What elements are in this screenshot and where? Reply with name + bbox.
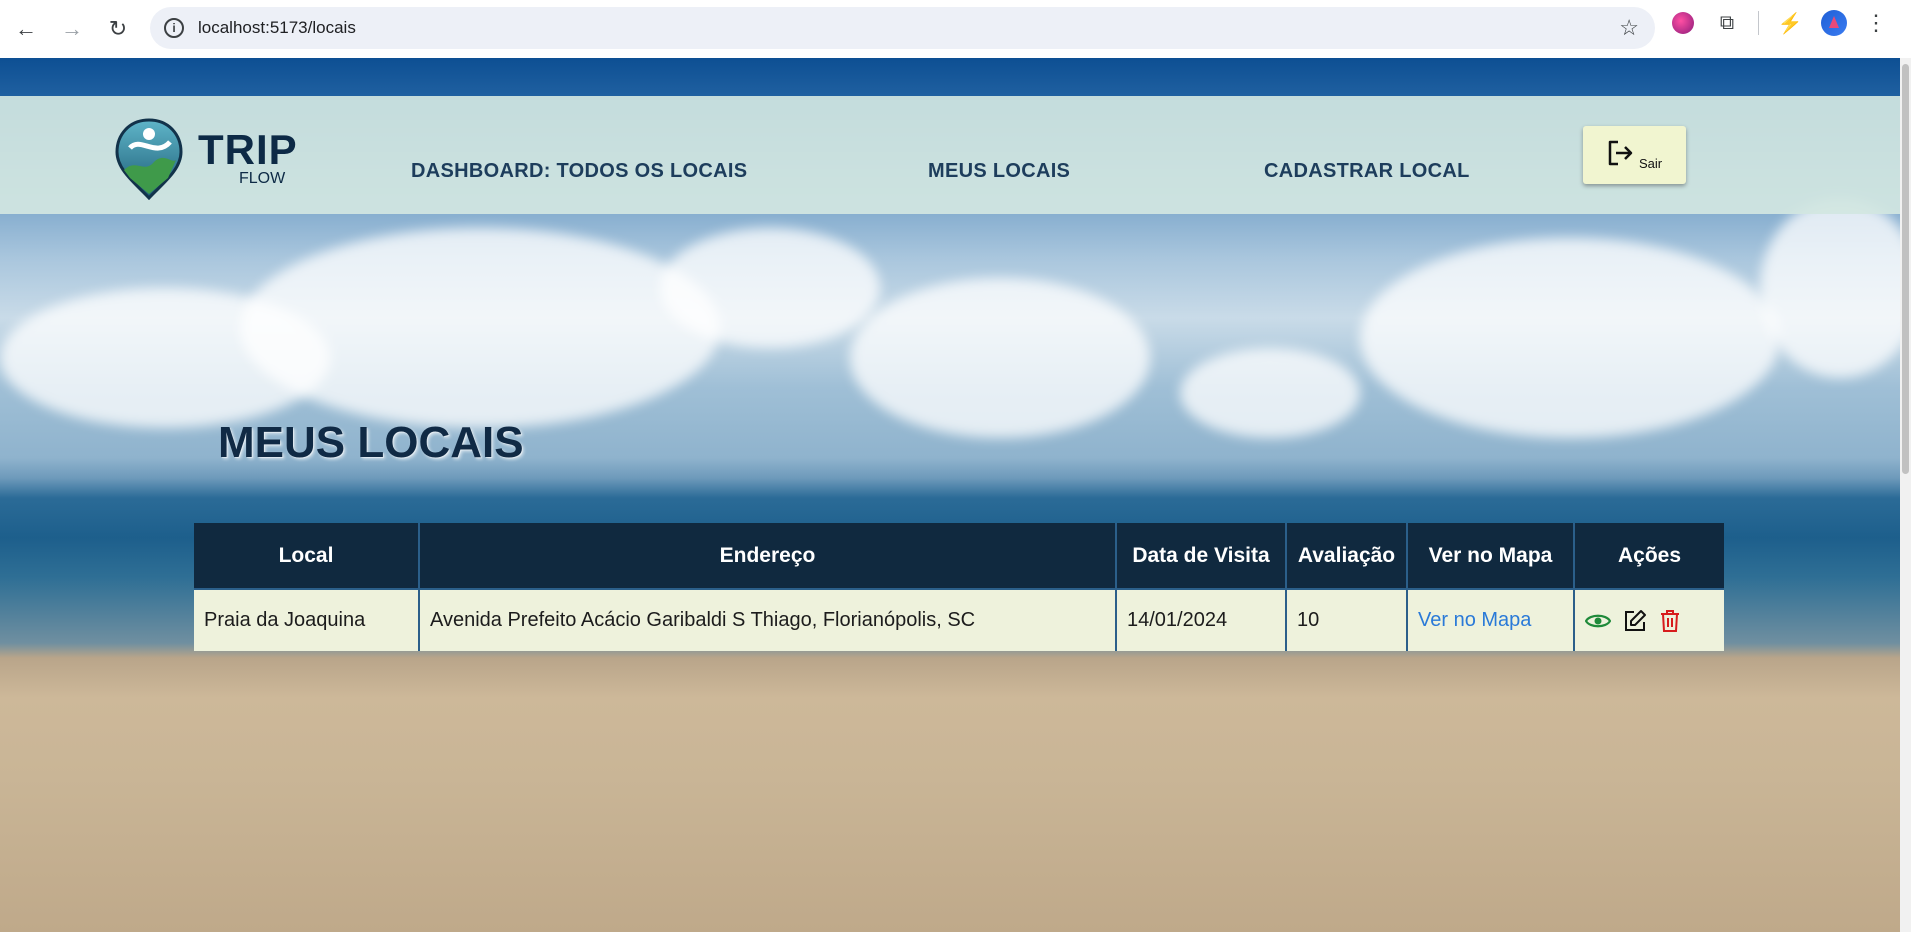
forward-icon[interactable]: → (52, 9, 92, 49)
page-background: TRIP FLOW DASHBOARD: TODOS OS LOCAIS MEU… (0, 58, 1900, 932)
cloud-decoration (1760, 198, 1900, 378)
performance-icon[interactable]: ⚡ (1777, 10, 1803, 36)
logo-subtitle: FLOW (239, 170, 286, 187)
logout-label: Sair (1639, 156, 1663, 171)
cell-endereco: Avenida Prefeito Acácio Garibaldi S Thia… (419, 588, 1117, 651)
back-icon[interactable]: ← (6, 9, 46, 49)
nav-cadastrar-local[interactable]: CADASTRAR LOCAL (1264, 160, 1470, 183)
profile-avatar[interactable] (1821, 10, 1847, 36)
page-title: MEUS LOCAIS (218, 418, 524, 467)
cloud-decoration (240, 228, 720, 428)
cell-local: Praia da Joaquina (194, 588, 420, 651)
scrollbar-thumb[interactable] (1902, 64, 1909, 474)
delete-trash-icon[interactable] (1659, 609, 1681, 633)
logout-button[interactable]: Sair (1583, 126, 1686, 184)
logo-title: TRIP (198, 126, 298, 173)
col-header-local: Local (194, 523, 420, 589)
cloud-decoration (850, 278, 1150, 438)
edit-icon[interactable] (1623, 609, 1647, 633)
table-header-row: Local Endereço Data de Visita Avaliação … (194, 523, 1724, 589)
reload-icon[interactable]: ↻ (98, 9, 138, 49)
ver-no-mapa-link[interactable]: Ver no Mapa (1418, 609, 1531, 631)
cloud-decoration (1180, 348, 1360, 438)
col-header-endereco: Endereço (419, 523, 1117, 589)
site-info-icon[interactable]: i (164, 18, 184, 38)
view-eye-icon[interactable] (1585, 612, 1611, 630)
col-header-acoes: Ações (1574, 523, 1724, 589)
puzzle-extensions-icon[interactable]: ⧉ (1714, 10, 1740, 36)
cloud-decoration (660, 228, 880, 348)
bookmark-star-icon[interactable]: ☆ (1619, 15, 1639, 41)
browser-toolbar: ← → ↻ i localhost:5173/locais ☆ ⧉ ⚡ ⋮ (0, 0, 1911, 58)
photo-extension-icon[interactable] (1670, 10, 1696, 36)
logout-icon (1608, 140, 1633, 166)
site-header: TRIP FLOW DASHBOARD: TODOS OS LOCAIS MEU… (0, 96, 1900, 214)
page-scrollbar[interactable] (1900, 58, 1911, 932)
nav-meus-locais[interactable]: MEUS LOCAIS (928, 160, 1070, 183)
row-actions (1585, 609, 1724, 633)
cloud-decoration (1360, 238, 1780, 438)
address-bar[interactable]: i localhost:5173/locais ☆ (150, 7, 1655, 49)
cell-data: 14/01/2024 (1116, 588, 1287, 651)
toolbar-divider (1758, 11, 1759, 35)
table-row: Praia da Joaquina Avenida Prefeito Acáci… (194, 588, 1724, 651)
cell-avaliacao: 10 (1286, 588, 1408, 651)
col-header-data: Data de Visita (1116, 523, 1287, 589)
cell-acoes (1574, 588, 1724, 651)
col-header-mapa: Ver no Mapa (1407, 523, 1575, 589)
col-header-avaliacao: Avaliação (1286, 523, 1408, 589)
nav-dashboard[interactable]: DASHBOARD: TODOS OS LOCAIS (411, 160, 747, 183)
tripflow-logo-icon[interactable] (114, 118, 184, 200)
extensions-area: ⧉ ⚡ ⋮ (1670, 10, 1887, 36)
locais-table: Local Endereço Data de Visita Avaliação … (194, 523, 1724, 651)
cell-mapa: Ver no Mapa (1407, 588, 1575, 651)
browser-menu-icon[interactable]: ⋮ (1865, 10, 1887, 36)
url-text[interactable]: localhost:5173/locais (198, 18, 356, 38)
